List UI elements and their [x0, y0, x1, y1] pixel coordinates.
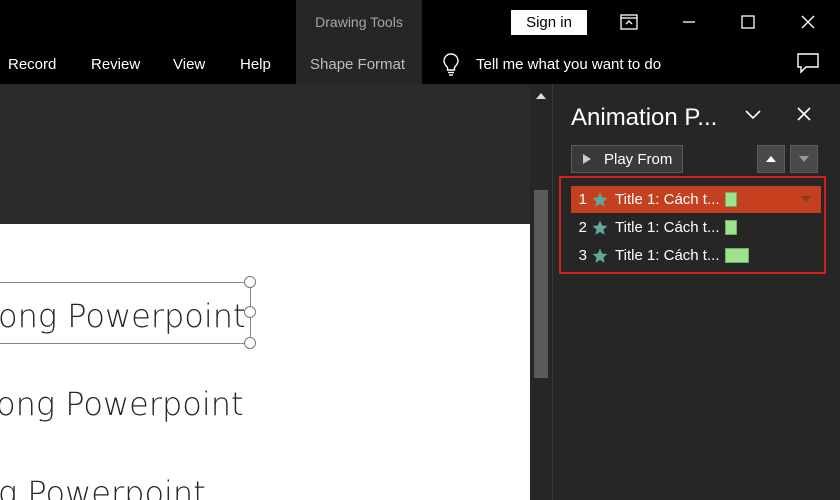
- tab-help[interactable]: Help: [240, 56, 271, 73]
- animation-item-label: Title 1: Cách t...: [615, 191, 720, 208]
- context-group-title: Drawing Tools: [315, 14, 403, 30]
- play-from-label: Play From: [604, 150, 673, 168]
- animation-item-label: Title 1: Cách t...: [615, 219, 720, 236]
- animation-item-1[interactable]: 1 Title 1: Cách t...: [571, 186, 821, 213]
- slide-text-line-1[interactable]: ong Powerpoint: [0, 297, 246, 335]
- play-from-button[interactable]: Play From: [571, 145, 683, 173]
- triangle-up-icon: [536, 93, 546, 99]
- pane-close-button[interactable]: [796, 106, 812, 127]
- minimize-icon: [683, 21, 695, 23]
- tab-view[interactable]: View: [173, 56, 205, 73]
- resize-handle-bottom-right[interactable]: [244, 337, 256, 349]
- slide-text-line-2[interactable]: ong Powerpoint: [0, 385, 244, 423]
- close-icon: [801, 15, 815, 29]
- tab-record[interactable]: Record: [8, 56, 56, 73]
- triangle-down-icon: [799, 156, 809, 162]
- tab-shape-format[interactable]: Shape Format: [310, 56, 405, 73]
- slide-text-line-3[interactable]: g Powerpoint: [0, 474, 206, 500]
- timing-bar[interactable]: [725, 220, 738, 235]
- tell-me-search[interactable]: Tell me what you want to do: [476, 56, 661, 73]
- scroll-up-button[interactable]: [533, 88, 549, 104]
- close-window-button[interactable]: [793, 8, 823, 36]
- ribbon-display-options-button[interactable]: [614, 8, 644, 36]
- move-earlier-button[interactable]: [757, 145, 785, 173]
- star-icon: [592, 248, 608, 263]
- chevron-down-icon: [745, 110, 761, 120]
- maximize-button[interactable]: [733, 8, 763, 36]
- animation-item-2[interactable]: 2 Title 1: Cách t...: [571, 214, 821, 241]
- resize-handle-middle-right[interactable]: [244, 306, 256, 318]
- slide-vertical-scrollbar[interactable]: [530, 84, 552, 500]
- maximize-icon: [741, 15, 755, 29]
- slide-canvas[interactable]: [0, 224, 530, 500]
- scrollbar-thumb[interactable]: [534, 190, 548, 378]
- comments-button[interactable]: [796, 52, 820, 79]
- animation-item-number: 1: [578, 191, 587, 208]
- pane-options-button[interactable]: [744, 108, 762, 126]
- triangle-up-icon: [766, 156, 776, 162]
- tab-review[interactable]: Review: [91, 56, 140, 73]
- minimize-button[interactable]: [674, 8, 704, 36]
- animation-item-number: 3: [578, 247, 587, 264]
- resize-handle-top-right[interactable]: [244, 276, 256, 288]
- animation-item-3[interactable]: 3 Title 1: Cách t...: [571, 242, 821, 269]
- sign-in-button[interactable]: Sign in: [511, 10, 587, 35]
- animation-item-number: 2: [578, 219, 587, 236]
- timing-bar[interactable]: [725, 248, 750, 263]
- star-icon: [592, 192, 608, 207]
- item-dropdown-icon[interactable]: [801, 196, 811, 202]
- ribbon-display-icon: [620, 14, 638, 30]
- animation-item-label: Title 1: Cách t...: [615, 247, 720, 264]
- star-icon: [592, 220, 608, 235]
- close-icon: [797, 107, 811, 121]
- comment-icon: [797, 53, 819, 74]
- timing-bar[interactable]: [725, 192, 738, 207]
- animation-pane-title: Animation P...: [571, 104, 718, 131]
- tell-me-lightbulb-icon[interactable]: [442, 52, 460, 81]
- play-icon: [583, 154, 591, 164]
- move-later-button[interactable]: [790, 145, 818, 173]
